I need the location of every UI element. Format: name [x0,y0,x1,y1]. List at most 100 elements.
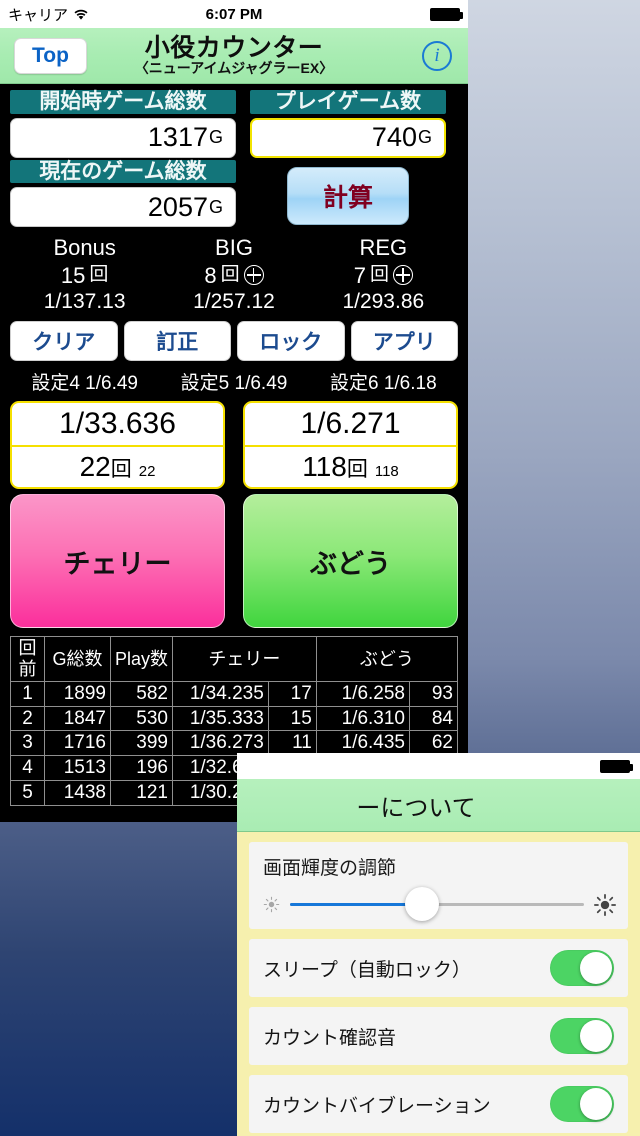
bonus-stat-bonus: Bonus 15 回 1/137.13 [10,234,159,315]
brightness-slider-row[interactable] [263,887,617,921]
row-budou-rate: 1/6.435 [315,730,411,757]
play-games-input[interactable]: 740 G [250,117,446,158]
games-column-left: 開始時ゲーム総数 1317 G 現在のゲーム総数 2057 G [10,90,236,229]
info-icon[interactable]: i [422,40,452,71]
count-vibration-toggle-switch[interactable] [550,1086,614,1122]
row-n: 4 [10,755,45,782]
action-button-row: クリア 訂正 ロック アプリ [10,321,458,362]
reg-name: REG [359,235,408,261]
brightness-slider-track[interactable] [290,887,584,921]
sleep-toggle-row[interactable]: スリープ（自動ロック） [249,939,628,997]
brightness-slider-thumb[interactable] [405,887,440,921]
start-games-label: 開始時ゲーム総数 [10,90,236,114]
row-total: 1438 [44,780,111,806]
brightness-card: 画面輝度の調節 [249,842,628,929]
row-play: 582 [110,680,173,707]
row-budou-count: 84 [409,705,458,732]
cherry-count: 22 [79,451,111,483]
start-games-value: 1317 [147,122,208,153]
reg-count: 7 [353,262,366,288]
bonus-name: Bonus [53,235,116,261]
row-n: 2 [10,705,45,732]
big-plus-icon[interactable] [243,265,264,286]
bonus-stat-reg: REG 7回 1/293.86 [309,234,458,315]
budou-result-box[interactable]: 1/6.271 118 回 118 [243,401,458,490]
start-games-input[interactable]: 1317 G [10,117,236,158]
sleep-toggle-switch[interactable] [550,950,614,986]
play-games-label: プレイゲーム数 [250,90,446,114]
header-budou: ぶどう [315,636,459,682]
app-button[interactable]: アプリ [350,321,458,362]
counter-app-window: キャリア 6:07 PM Top 小役カウンター 〈ニューアイムジャグラーEX〉… [0,0,468,822]
games-grid: 開始時ゲーム総数 1317 G 現在のゲーム総数 2057 G プレイゲーム数 74… [10,90,458,229]
current-games-input[interactable]: 2057 G [10,187,236,228]
cherry-count-sub: 22 [138,463,156,481]
header-total: G総数 [44,636,111,682]
table-row: 1 1899 582 1/34.235 17 1/6.258 93 [10,680,458,707]
navigation-bar: Top 小役カウンター 〈ニューアイムジャグラーEX〉 i [0,28,468,84]
settings-navigation-bar: ーについて [237,779,640,832]
row-total: 1716 [44,730,111,757]
cherry-result: 1/33.636 22 回 22 [10,401,225,490]
setting-rate-5: 設定5 1/6.49 [159,368,308,395]
cherry-count-button[interactable]: チェリー [10,494,225,629]
row-cherry-rate: 1/35.333 [172,705,269,732]
cherry-result-box[interactable]: 1/33.636 22 回 22 [10,401,225,490]
budou-rate: 1/6.271 [245,403,456,448]
results-row: 1/33.636 22 回 22 1/6.271 118 回 118 [10,401,458,490]
current-games-label: 現在のゲーム総数 [10,159,236,184]
table-row: 2 1847 530 1/35.333 15 1/6.310 84 [10,705,458,732]
budou-count-button[interactable]: ぶどう [243,494,458,629]
games-column-right: プレイゲーム数 740 G 計算 [250,90,446,229]
counter-body: 開始時ゲーム総数 1317 G 現在のゲーム総数 2057 G プレイゲーム数 74… [0,84,468,806]
setting-4-label: 設定4 [31,373,80,395]
switch-knob [580,1088,612,1120]
bonus-count: 15 [60,262,86,288]
bonus-count-unit: 回 [89,264,109,286]
count-vibration-toggle-label: カウントバイブレーション [263,1095,491,1117]
start-games-unit: G [208,127,223,148]
row-cherry-count: 15 [267,705,317,732]
settings-window: ーについて 画面輝度の調節 スリープ（自動ロック） カウント確認音 カウントバイ… [237,753,640,1136]
setting-6-value: 1/6.18 [383,373,437,395]
status-bar: キャリア 6:07 PM [0,0,468,28]
count-sound-toggle-switch[interactable] [550,1018,614,1054]
row-cherry-count: 17 [267,680,317,707]
header-n: 回前 [10,636,45,682]
count-sound-toggle-label: カウント確認音 [263,1027,397,1049]
big-name: BIG [215,235,253,261]
row-play: 121 [110,780,173,806]
row-n: 5 [10,780,45,806]
row-budou-rate: 1/6.258 [315,680,411,707]
correct-button[interactable]: 訂正 [123,321,231,362]
big-count-row: 8回 [159,262,308,290]
count-vibration-toggle-row[interactable]: カウントバイブレーション [249,1075,628,1133]
row-cherry-rate: 1/34.235 [172,680,269,707]
status-bar-right [430,7,463,21]
current-games-value: 2057 [147,191,208,222]
settings-page-title: ーについて [356,794,476,822]
sleep-toggle-label: スリープ（自動ロック） [263,959,471,981]
brightness-low-icon [263,896,280,913]
reg-plus-icon[interactable] [392,265,413,286]
setting-rate-6: 設定6 1/6.18 [309,368,458,395]
table-header-row: 回前 G総数 Play数 チェリー ぶどう [10,636,459,682]
clear-button[interactable]: クリア [10,321,118,362]
budou-count-sub: 118 [374,463,399,481]
count-sound-toggle-row[interactable]: カウント確認音 [249,1007,628,1065]
row-budou-rate: 1/6.310 [315,705,411,732]
budou-count: 118 [302,451,347,483]
brightness-slider-fill [290,902,423,906]
lock-button[interactable]: ロック [237,321,345,362]
play-games-value: 740 [371,122,417,153]
setting-4-value: 1/6.49 [85,373,138,395]
bonus-count-row: 15 回 [10,262,159,290]
play-games-unit: G [417,127,432,148]
table-row: 3 1716 399 1/36.273 11 1/6.435 62 [10,730,458,757]
bonus-rate: 1/137.13 [43,290,126,314]
calculate-button[interactable]: 計算 [287,166,409,225]
reg-count-row: 7回 [309,262,458,290]
settings-panel: 画面輝度の調節 スリープ（自動ロック） カウント確認音 カウントバイブレーション [237,832,640,1136]
battery-icon [430,7,463,21]
top-back-button[interactable]: Top [14,37,87,74]
